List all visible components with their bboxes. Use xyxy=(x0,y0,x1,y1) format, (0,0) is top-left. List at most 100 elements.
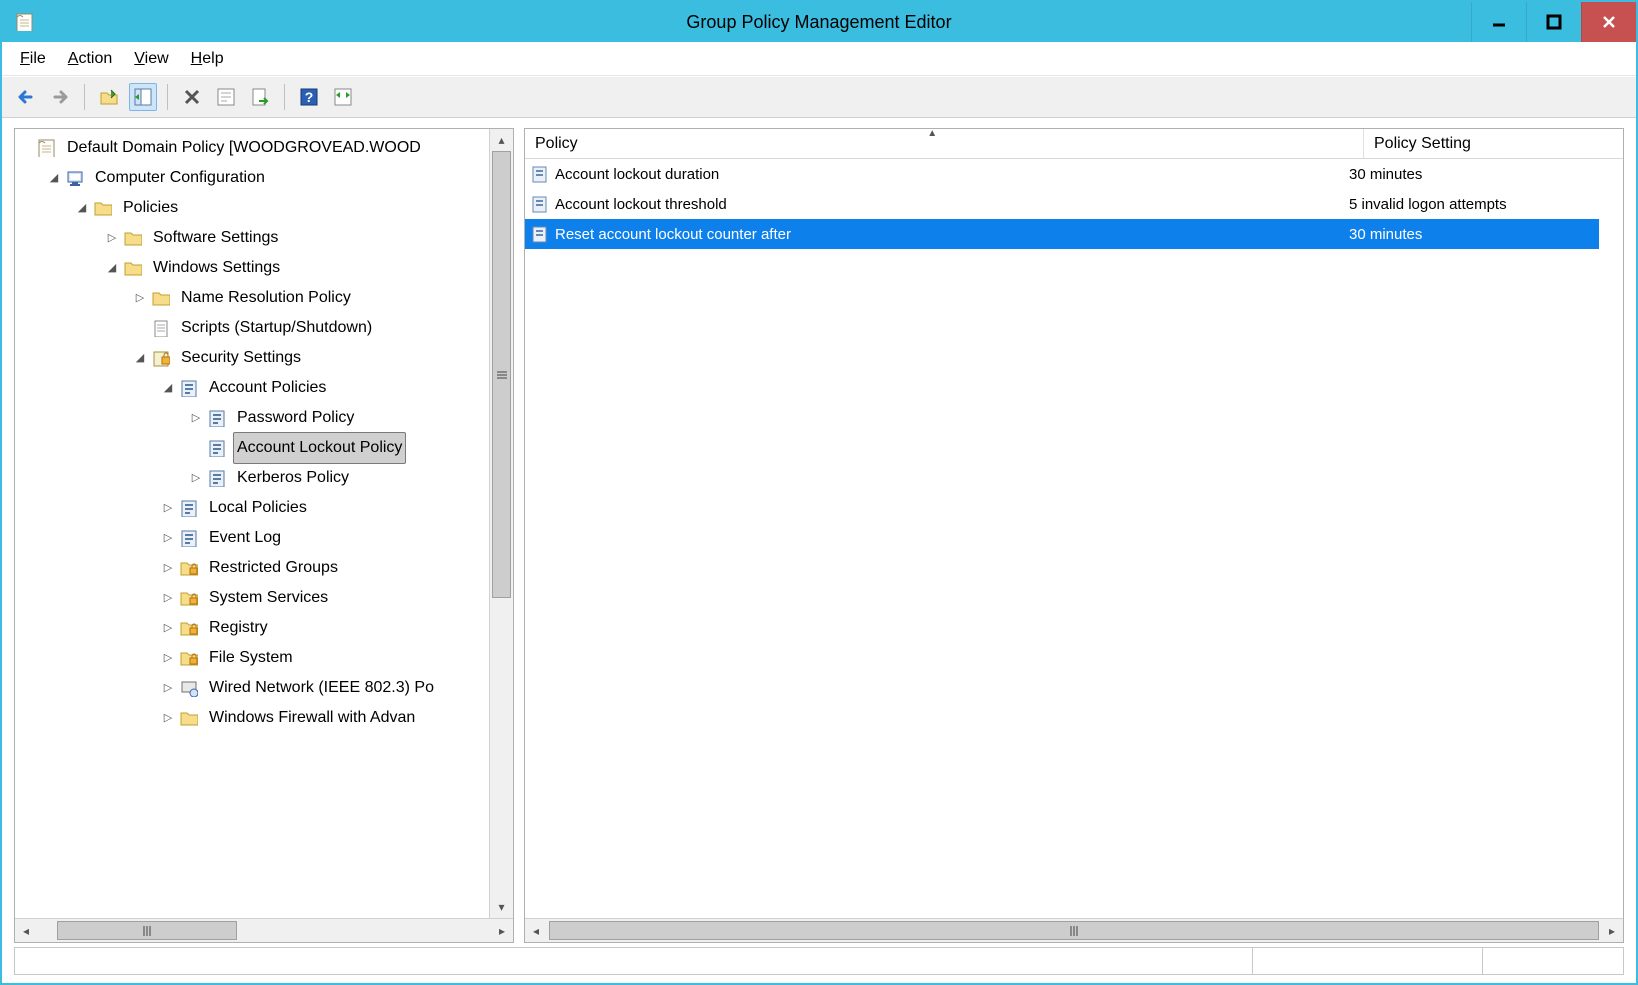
scroll-right-icon[interactable]: ▸ xyxy=(491,919,513,942)
menu-file[interactable]: File xyxy=(20,50,46,68)
scroll-thumb[interactable] xyxy=(57,921,237,940)
policies-icon xyxy=(207,438,227,458)
toolbar: ? xyxy=(2,76,1636,118)
tree-account-lockout-policy[interactable]: Account Lockout Policy xyxy=(19,433,487,463)
tree-file-system[interactable]: ▷File System xyxy=(19,643,487,673)
menubar: File Action View Help xyxy=(2,42,1636,76)
tree-policies[interactable]: ◢Policies xyxy=(19,193,487,223)
policy-item-icon xyxy=(531,225,549,243)
tree-software-settings[interactable]: ▷Software Settings xyxy=(19,223,487,253)
window-frame: Group Policy Management Editor File Acti… xyxy=(0,0,1638,985)
list-row[interactable]: Reset account lockout counter after30 mi… xyxy=(525,219,1599,249)
expander-closed-icon[interactable]: ▷ xyxy=(189,463,203,493)
policies-icon xyxy=(207,468,227,488)
expander-open-icon[interactable]: ◢ xyxy=(47,163,61,193)
folder-icon xyxy=(123,228,143,248)
scroll-icon xyxy=(37,138,57,158)
column-header-setting[interactable]: Policy Setting xyxy=(1363,129,1623,158)
scroll-up-icon[interactable]: ▴ xyxy=(490,129,513,151)
filter-button[interactable] xyxy=(329,83,357,111)
policy-list[interactable]: Account lockout duration30 minutesAccoun… xyxy=(525,159,1599,918)
policy-item-icon xyxy=(531,195,549,213)
expander-closed-icon[interactable]: ▷ xyxy=(189,403,203,433)
policies-icon xyxy=(179,498,199,518)
policy-name: Reset account lockout counter after xyxy=(555,226,791,243)
tree-wired-network[interactable]: ▷Wired Network (IEEE 802.3) Po xyxy=(19,673,487,703)
expander-open-icon[interactable]: ◢ xyxy=(75,193,89,223)
expander-closed-icon[interactable]: ▷ xyxy=(105,223,119,253)
expander-closed-icon[interactable]: ▷ xyxy=(161,673,175,703)
expander-closed-icon[interactable]: ▷ xyxy=(161,583,175,613)
list-pane: Policy▲ Policy Setting Account lockout d… xyxy=(524,128,1624,943)
tree-computer-configuration[interactable]: ◢Computer Configuration xyxy=(19,163,487,193)
back-button[interactable] xyxy=(12,83,40,111)
policies-icon xyxy=(207,408,227,428)
folder-lock-icon xyxy=(179,558,199,578)
list-header[interactable]: Policy▲ Policy Setting xyxy=(525,129,1623,159)
tree-security-settings[interactable]: ◢Security Settings xyxy=(19,343,487,373)
close-button[interactable] xyxy=(1581,2,1636,42)
tree-registry[interactable]: ▷Registry xyxy=(19,613,487,643)
tree-kerberos-policy[interactable]: ▷Kerberos Policy xyxy=(19,463,487,493)
expander-closed-icon[interactable]: ▷ xyxy=(161,613,175,643)
list-horizontal-scrollbar[interactable]: ◂ ▸ xyxy=(525,918,1623,942)
network-icon xyxy=(179,678,199,698)
navigation-tree[interactable]: Default Domain Policy [WOODGROVEAD.WOOD … xyxy=(15,129,489,737)
expander-closed-icon[interactable]: ▷ xyxy=(161,703,175,733)
titlebar[interactable]: Group Policy Management Editor xyxy=(2,2,1636,42)
tree-event-log[interactable]: ▷Event Log xyxy=(19,523,487,553)
export-button[interactable] xyxy=(246,83,274,111)
expander-closed-icon[interactable]: ▷ xyxy=(161,643,175,673)
expander-closed-icon[interactable]: ▷ xyxy=(161,493,175,523)
client-area: Default Domain Policy [WOODGROVEAD.WOOD … xyxy=(2,118,1636,947)
forward-button[interactable] xyxy=(46,83,74,111)
status-bar xyxy=(14,947,1624,975)
list-row[interactable]: Account lockout threshold 5 invalid logon… xyxy=(525,189,1599,219)
tree-system-services[interactable]: ▷System Services xyxy=(19,583,487,613)
show-tree-button[interactable] xyxy=(129,83,157,111)
tree-root[interactable]: Default Domain Policy [WOODGROVEAD.WOOD xyxy=(19,133,487,163)
tree-vertical-scrollbar[interactable]: ▴ ▾ xyxy=(489,129,513,918)
scroll-left-icon[interactable]: ◂ xyxy=(15,919,37,942)
scroll-left-icon[interactable]: ◂ xyxy=(525,919,547,942)
policy-name: Account lockout threshold xyxy=(555,196,727,213)
help-button[interactable]: ? xyxy=(295,83,323,111)
tree-windows-firewall[interactable]: ▷Windows Firewall with Advan xyxy=(19,703,487,733)
toolbar-separator xyxy=(84,84,85,110)
column-header-policy[interactable]: Policy▲ xyxy=(525,129,1363,158)
tree-name-resolution-policy[interactable]: ▷Name Resolution Policy xyxy=(19,283,487,313)
expander-closed-icon[interactable]: ▷ xyxy=(133,283,147,313)
menu-action[interactable]: Action xyxy=(68,50,112,68)
tree-scripts[interactable]: Scripts (Startup/Shutdown) xyxy=(19,313,487,343)
scroll-thumb[interactable] xyxy=(549,921,1599,940)
toolbar-separator xyxy=(284,84,285,110)
expander-open-icon[interactable]: ◢ xyxy=(133,343,147,373)
scroll-thumb[interactable] xyxy=(492,151,511,598)
up-folder-button[interactable] xyxy=(95,83,123,111)
expander-closed-icon[interactable]: ▷ xyxy=(161,553,175,583)
delete-button[interactable] xyxy=(178,83,206,111)
tree-restricted-groups[interactable]: ▷Restricted Groups xyxy=(19,553,487,583)
tree-windows-settings[interactable]: ◢Windows Settings xyxy=(19,253,487,283)
tree-horizontal-scrollbar[interactable]: ◂ ▸ xyxy=(15,918,513,942)
window-controls xyxy=(1471,2,1636,42)
expander-closed-icon[interactable]: ▷ xyxy=(161,523,175,553)
scroll-right-icon[interactable]: ▸ xyxy=(1601,919,1623,942)
expander-open-icon[interactable]: ◢ xyxy=(105,253,119,283)
maximize-button[interactable] xyxy=(1526,2,1581,42)
tree-local-policies[interactable]: ▷Local Policies xyxy=(19,493,487,523)
list-row[interactable]: Account lockout duration30 minutes xyxy=(525,159,1599,189)
tree-account-policies[interactable]: ◢Account Policies xyxy=(19,373,487,403)
menu-view[interactable]: View xyxy=(134,50,168,68)
folder-icon xyxy=(93,198,113,218)
menu-help[interactable]: Help xyxy=(191,50,224,68)
scroll-down-icon[interactable]: ▾ xyxy=(490,896,513,918)
window-title: Group Policy Management Editor xyxy=(686,12,951,33)
minimize-button[interactable] xyxy=(1471,2,1526,42)
security-icon xyxy=(151,348,171,368)
properties-button[interactable] xyxy=(212,83,240,111)
sort-asc-icon: ▲ xyxy=(927,128,937,139)
policy-setting: 5 invalid logon attempts xyxy=(1339,196,1599,213)
tree-password-policy[interactable]: ▷Password Policy xyxy=(19,403,487,433)
expander-open-icon[interactable]: ◢ xyxy=(161,373,175,403)
